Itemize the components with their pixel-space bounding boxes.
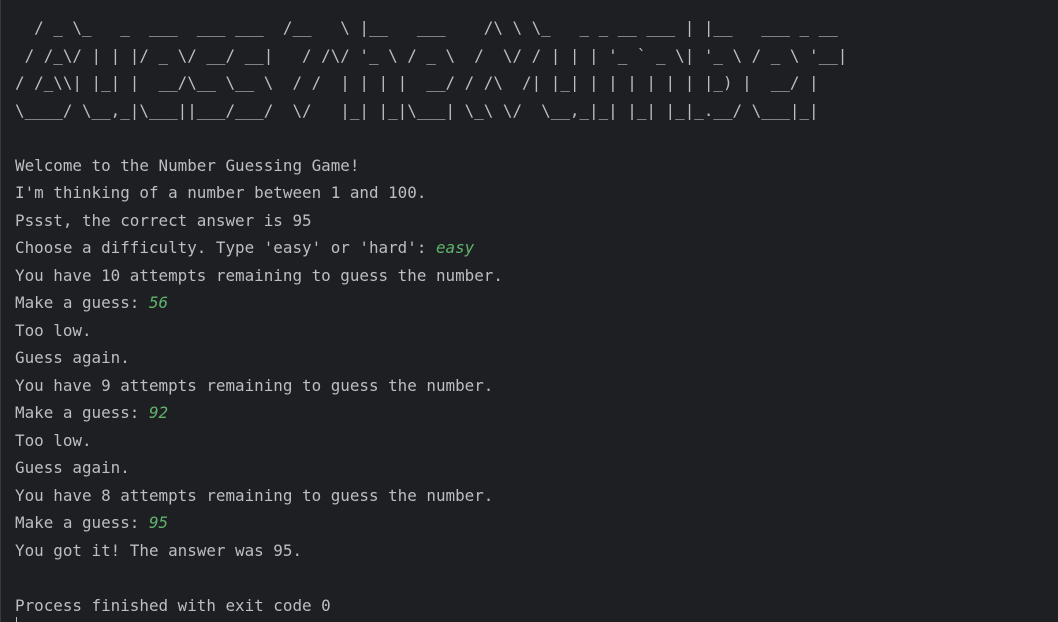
- output-line: Make a guess: 95: [15, 509, 847, 537]
- output-line: Make a guess: 92: [15, 399, 847, 427]
- output-line: Too low.: [15, 427, 847, 455]
- output-line-text: You got it! The answer was 95.: [15, 540, 303, 560]
- exit-message: Process finished with exit code 0: [15, 592, 847, 620]
- user-input: 95: [148, 513, 169, 532]
- ascii-banner-line-text: / _ \_ _ ___ ___ ___ /__ \ |__ ___ /\ \ …: [15, 18, 838, 37]
- text-cursor: [16, 617, 17, 622]
- output-line-text: Make a guess:: [15, 293, 149, 312]
- run-console[interactable]: / _ \_ _ ___ ___ ___ /__ \ |__ ___ /\ \ …: [0, 0, 1058, 622]
- output-line-text: I'm thinking of a number between 1 and 1…: [15, 183, 427, 202]
- output-line-text: You have 9 attempts remaining to guess t…: [15, 375, 494, 395]
- console-output: / _ \_ _ ___ ___ ___ /__ \ |__ ___ /\ \ …: [15, 14, 847, 619]
- output-line-text: Make a guess:: [15, 513, 149, 532]
- output-line: Guess again.: [15, 344, 847, 372]
- output-line-text: Too low.: [15, 430, 92, 450]
- output-line: Welcome to the Number Guessing Game!: [15, 152, 847, 180]
- ascii-banner-line-text: \____/ \__,_|\___||___/___/ \/ |_| |_|\_…: [15, 100, 819, 120]
- output-line: Make a guess: 56: [15, 289, 847, 317]
- output-line-text: Choose a difficulty. Type 'easy' or 'har…: [15, 238, 436, 257]
- output-line-text: Pssst, the correct answer is 95: [15, 210, 312, 230]
- output-line-text: Welcome to the Number Guessing Game!: [15, 155, 360, 175]
- ascii-banner-line-text: / /_\\| |_| | __/\__ \__ \ / / | | | | _…: [15, 73, 819, 92]
- ascii-banner-line: / /_\\| |_| | __/\__ \__ \ / / | | | | _…: [15, 69, 847, 97]
- output-line: Too low.: [15, 317, 847, 345]
- ascii-banner-line: \____/ \__,_|\___||___/___/ \/ |_| |_|\_…: [15, 97, 847, 125]
- output-line-text: Too low.: [15, 320, 92, 340]
- ascii-banner-line: / _ \_ _ ___ ___ ___ /__ \ |__ ___ /\ \ …: [15, 14, 847, 42]
- output-line: Choose a difficulty. Type 'easy' or 'har…: [15, 234, 847, 262]
- output-line: Pssst, the correct answer is 95: [15, 207, 847, 235]
- output-line: You have 10 attempts remaining to guess …: [15, 262, 847, 290]
- output-line-text: You have 10 attempts remaining to guess …: [15, 265, 503, 285]
- output-line: You have 8 attempts remaining to guess t…: [15, 482, 847, 510]
- output-line-text: You have 8 attempts remaining to guess t…: [15, 485, 494, 505]
- user-input: 56: [148, 293, 169, 312]
- output-line: You got it! The answer was 95.: [15, 537, 847, 565]
- console-left-border: [0, 0, 1, 622]
- output-line-text: Guess again.: [15, 458, 130, 477]
- exit-message-text: Process finished with exit code 0: [15, 595, 331, 615]
- output-line: I'm thinking of a number between 1 and 1…: [15, 179, 847, 207]
- output-line: You have 9 attempts remaining to guess t…: [15, 372, 847, 400]
- user-input: 92: [148, 403, 169, 422]
- user-input: easy: [435, 238, 475, 257]
- output-line-text: Guess again.: [15, 348, 130, 367]
- ascii-banner-line: / /_\/ | | |/ _ \/ __/ __| / /\/ '_ \ / …: [15, 42, 848, 70]
- ascii-banner-line-text: / /_\/ | | |/ _ \/ __/ __| / /\/ '_ \ / …: [15, 45, 848, 65]
- output-line-text: Make a guess:: [15, 403, 149, 422]
- output-line: Guess again.: [15, 454, 847, 482]
